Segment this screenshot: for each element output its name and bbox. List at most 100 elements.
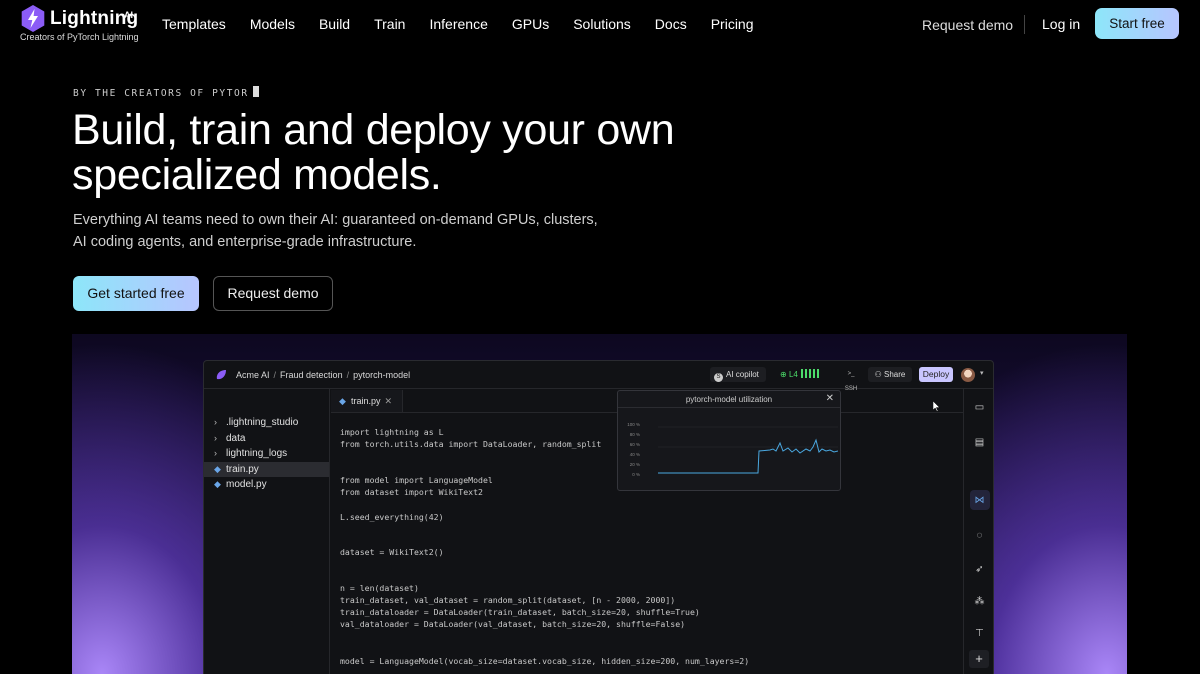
start-free-button[interactable]: Start free [1095,8,1179,39]
utilization-tick: 80 % [629,432,640,437]
code-line: train_dataset, val_dataset = random_spli… [340,595,676,605]
ai-copilot-button[interactable]: S AI copilot [710,367,766,382]
utilization-tick: 0 % [632,472,640,477]
tensorflow-icon[interactable]: ⊤ [973,627,986,640]
breadcrumb-project[interactable]: Fraud detection [280,370,343,380]
code-line: from model import LanguageModel [340,475,493,485]
chevron-right-icon: › [214,417,217,427]
close-icon[interactable]: ✕ [385,396,393,406]
tree-item-label: lightning_logs [226,448,288,459]
signal-bars-icon [800,368,821,383]
tree-item-label: .lightning_studio [226,417,299,428]
code-line: n = len(dataset) [340,583,419,593]
hero-eyebrow-text: BY THE CREATORS OF PYTOR [73,88,249,99]
request-demo-button[interactable]: Request demo [213,276,333,311]
globe-icon: ⊕ [780,370,787,379]
nav-link-train[interactable]: Train [374,16,405,32]
hero-subline-line2: AI coding agents, and enterprise-grade i… [73,234,417,250]
code-line: model = LanguageModel(vocab_size=dataset… [340,656,750,666]
ide-top-bar: Acme AI / Fraud detection / pytorch-model SA… [204,361,993,392]
right-tool-rail: ▭ ▤ ⋈ ◌ ➶ ⁂ ⊤ + [963,389,993,674]
python-file-icon: ◆ [214,479,221,489]
nav-link-inference[interactable]: Inference [429,16,487,32]
deploy-button[interactable]: Deploy [919,367,953,382]
get-started-button[interactable]: Get started free [73,276,199,311]
hero-headline-line2: specialized models. [72,151,442,199]
hero-subline: Everything AI teams need to own their AI… [73,209,633,253]
utilization-panel: pytorch-model utilization ✕ 100 % 80 % 6… [617,390,841,491]
nav-link-solutions[interactable]: Solutions [573,16,631,32]
utilization-tick: 20 % [629,462,640,467]
breadcrumb-studio[interactable]: pytorch-model [353,370,410,380]
nav-link-gpus[interactable]: GPUs [512,16,549,32]
nav-link-docs[interactable]: Docs [655,16,687,32]
nav-link-pricing[interactable]: Pricing [711,16,754,32]
brand-logo[interactable]: Lightning AI Creators of PyTorch Lightni… [20,5,145,45]
hero-eyebrow: BY THE CREATORS OF PYTOR [73,86,259,99]
code-line: L.seed_everything(42) [340,512,444,522]
editor-tab-train-py[interactable]: ◆ train.py ✕ [331,390,403,412]
lightning-logo-icon [21,5,45,32]
login-link[interactable]: Log in [1042,16,1080,32]
machine-status[interactable]: ⊕ L4 [778,367,834,382]
terminal-icon: >_ [847,371,855,377]
share-label: Share [884,370,906,379]
utilization-title: pytorch-model utilization [618,391,840,408]
tree-item-label: train.py [226,463,259,475]
code-line: dataset = WikiText2() [340,547,444,557]
breadcrumb-org[interactable]: Acme AI [236,370,270,380]
utilization-tick: 40 % [629,452,640,457]
chevron-right-icon: › [214,448,217,458]
chevron-right-icon: › [214,432,217,443]
vscode-icon[interactable]: ⋈ [973,494,986,507]
tree-item-train-py[interactable]: ◆ train.py [204,461,329,477]
top-nav: Lightning AI Creators of PyTorch Lightni… [0,0,1200,50]
code-editor[interactable]: import lightning as L from torch.utils.d… [340,427,749,666]
code-line: import lightning as L [340,427,444,437]
graph-icon[interactable]: ⁂ [973,595,986,608]
typing-cursor [252,86,259,97]
tree-item-label: data [226,432,246,444]
hero-headline: Build, train and deploy your own special… [72,108,832,198]
tree-item-data[interactable]: › data [204,431,329,447]
hero-subline-line1: Everything AI teams need to own their AI… [73,212,598,228]
mouse-cursor-icon [933,401,940,412]
code-line: val_dataloader = DataLoader(val_dataset,… [340,619,686,629]
sync-icon[interactable]: ◌ [973,529,986,542]
nav-divider [1024,15,1025,34]
tree-item-model-py[interactable]: ◆ model.py [204,477,329,493]
close-icon[interactable]: ✕ [826,393,834,404]
code-line: train_dataloader = DataLoader(train_data… [340,607,700,617]
tab-label: train.py [351,396,381,406]
users-icon: ⚇ [874,370,882,379]
nav-links: Templates Models Build Train Inference G… [150,16,766,32]
nav-link-templates[interactable]: Templates [162,16,226,32]
python-file-icon: ◆ [214,463,221,474]
tree-item-lightning-studio[interactable]: › .lightning_studio [204,415,329,431]
utilization-tick: 100 % [627,422,640,427]
code-line: from dataset import WikiText2 [340,487,483,497]
ssh-button[interactable]: >_ SSH [842,367,860,392]
terminal-icon[interactable]: ▭ [973,401,986,414]
copilot-icon: S [714,373,723,382]
nav-link-build[interactable]: Build [319,16,350,32]
studio-logo-icon [216,370,226,380]
nav-request-demo-link[interactable]: Request demo [922,17,1013,33]
chevron-down-icon[interactable]: ▾ [980,369,984,377]
folder-icon[interactable]: ▤ [973,436,986,449]
ide-window: Acme AI / Fraud detection / pytorch-model SA… [203,360,994,674]
tree-item-lightning-logs[interactable]: › lightning_logs [204,446,329,462]
user-avatar[interactable] [961,368,975,382]
ssh-label: SSH [844,386,858,392]
rocket-icon[interactable]: ➶ [973,563,986,576]
add-plugin-button[interactable]: + [969,650,989,668]
share-button[interactable]: ⚇ Share [868,367,912,382]
copilot-label: AI copilot [726,370,759,379]
nav-link-models[interactable]: Models [250,16,295,32]
utilization-axis: 100 % 80 % 60 % 40 % 20 % 0 % [622,420,640,480]
code-line: from torch.utils.data import DataLoader,… [340,439,602,449]
utilization-tick: 60 % [629,442,640,447]
product-showcase: Acme AI / Fraud detection / pytorch-model SA… [72,334,1127,674]
tree-item-label: model.py [226,479,267,490]
breadcrumb: Acme AI / Fraud detection / pytorch-model [236,370,411,380]
